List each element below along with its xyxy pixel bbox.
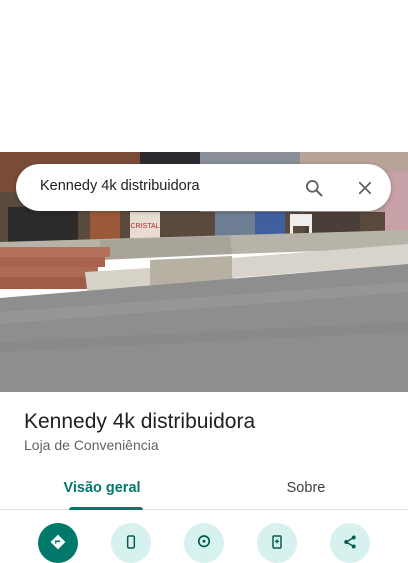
tab-overview[interactable]: Visão geral bbox=[0, 466, 204, 509]
close-button[interactable] bbox=[351, 174, 379, 202]
add-place-button[interactable] bbox=[184, 523, 224, 563]
tab-about[interactable]: Sobre bbox=[204, 466, 408, 509]
directions-button[interactable] bbox=[38, 523, 78, 563]
save-icon bbox=[272, 535, 282, 549]
tab-bar: Visão geral Sobre bbox=[0, 466, 408, 510]
place-add-icon bbox=[197, 535, 211, 548]
save-button[interactable] bbox=[257, 523, 297, 563]
directions-icon bbox=[50, 534, 66, 550]
action-buttons bbox=[0, 520, 408, 563]
search-icon bbox=[306, 180, 323, 197]
phone-icon bbox=[126, 535, 136, 549]
tab-overview-label: Visão geral bbox=[63, 479, 141, 496]
call-button[interactable] bbox=[111, 523, 151, 563]
place-category[interactable]: Loja de Conveniência bbox=[24, 437, 159, 453]
shop-sign-text: CRISTAL bbox=[130, 223, 159, 230]
close-icon bbox=[358, 181, 372, 195]
tab-about-label: Sobre bbox=[286, 479, 326, 496]
search-button[interactable] bbox=[300, 174, 328, 202]
place-title: Kennedy 4k distribuidora bbox=[24, 410, 256, 433]
tab-selected-indicator bbox=[69, 507, 143, 510]
share-button[interactable] bbox=[330, 523, 370, 563]
top-blank-area bbox=[0, 0, 408, 152]
search-bar[interactable]: Kennedy 4k distribuidora bbox=[16, 164, 391, 211]
search-input[interactable]: Kennedy 4k distribuidora bbox=[40, 178, 200, 194]
share-icon bbox=[344, 535, 356, 549]
